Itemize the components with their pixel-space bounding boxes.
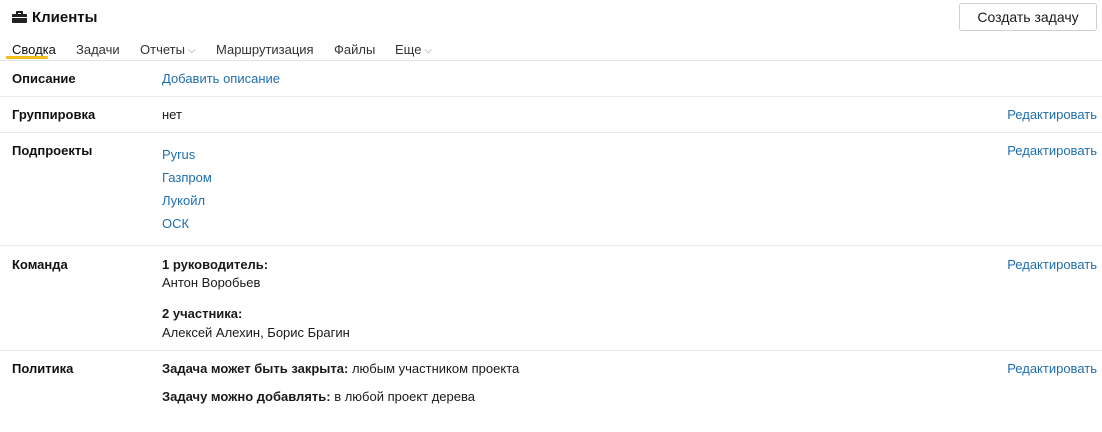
managers-heading: 1 руководитель: [162, 257, 269, 272]
tab-label: Маршрутизация [216, 41, 314, 57]
subproject-link[interactable]: Лукойл [162, 193, 212, 216]
tab-more[interactable]: Еще ⌵ [395, 38, 432, 60]
tab-label: Задачи [76, 41, 120, 57]
briefcase-icon [12, 11, 27, 23]
row-label: Команда [12, 257, 68, 272]
add-description-link[interactable]: Добавить описание [162, 71, 280, 86]
policy-add-value: в любой проект дерева [334, 389, 475, 404]
subproject-link[interactable]: Газпром [162, 170, 212, 193]
members-value: Алексей Алехин, Борис Брагин [162, 325, 350, 340]
row-subprojects: Подпроекты Pyrus Газпром Лукойл ОСК Реда… [0, 133, 1102, 246]
members-heading: 2 участника: [162, 306, 243, 321]
edit-subprojects-link[interactable]: Редактировать [1007, 143, 1097, 158]
chevron-down-icon: ⌵ [187, 44, 196, 56]
edit-team-link[interactable]: Редактировать [1007, 257, 1097, 272]
create-task-button[interactable]: Создать задачу [959, 3, 1097, 31]
subproject-list: Pyrus Газпром Лукойл ОСК [162, 147, 212, 239]
managers-value: Антон Воробьев [162, 275, 261, 290]
row-label: Политика [12, 361, 74, 376]
subproject-link[interactable]: Pyrus [162, 147, 212, 170]
row-policy: Политика Задача может быть закрыта: любы… [0, 351, 1102, 423]
tab-reports[interactable]: Отчеты ⌵ [140, 38, 196, 60]
row-grouping: Группировка нет Редактировать [0, 97, 1102, 133]
policy-close-value: любым участником проекта [351, 361, 520, 376]
row-description: Описание Добавить описание [0, 61, 1102, 97]
summary-rows: Описание Добавить описание Группировка н… [0, 61, 1102, 423]
tab-tasks[interactable]: Задачи [76, 38, 120, 60]
policy-add-label: Задачу можно добавлять: [162, 389, 331, 404]
row-team: Команда 1 руководитель: Антон Воробьев 2… [0, 246, 1102, 351]
title-wrap: Клиенты [12, 7, 97, 27]
edit-policy-link[interactable]: Редактировать [1007, 361, 1097, 376]
tab-label: Сводка [12, 41, 56, 57]
page-title: Клиенты [32, 8, 98, 26]
tab-label: Файлы [334, 41, 376, 57]
page-header: Клиенты Создать задачу [0, 0, 1102, 34]
row-label: Группировка [12, 107, 96, 122]
edit-grouping-link[interactable]: Редактировать [1007, 107, 1097, 122]
tab-routing[interactable]: Маршрутизация [216, 38, 314, 60]
subproject-link[interactable]: ОСК [162, 216, 212, 239]
row-label: Описание [12, 71, 76, 86]
chevron-down-icon: ⌵ [424, 44, 433, 56]
tab-bar: Сводка Задачи Отчеты ⌵ Маршрутизация Фай… [0, 34, 1102, 61]
tab-label: Еще [395, 41, 422, 57]
policy-add-line: Задачу можно добавлять: в любой проект д… [162, 389, 475, 404]
policy-close-line: Задача может быть закрыта: любым участни… [162, 361, 519, 376]
grouping-value: нет [162, 107, 182, 122]
policy-close-label: Задача может быть закрыта: [162, 361, 349, 376]
tab-files[interactable]: Файлы [334, 38, 375, 60]
active-tab-indicator [6, 56, 48, 59]
tab-label: Отчеты [140, 41, 185, 57]
row-label: Подпроекты [12, 143, 93, 158]
